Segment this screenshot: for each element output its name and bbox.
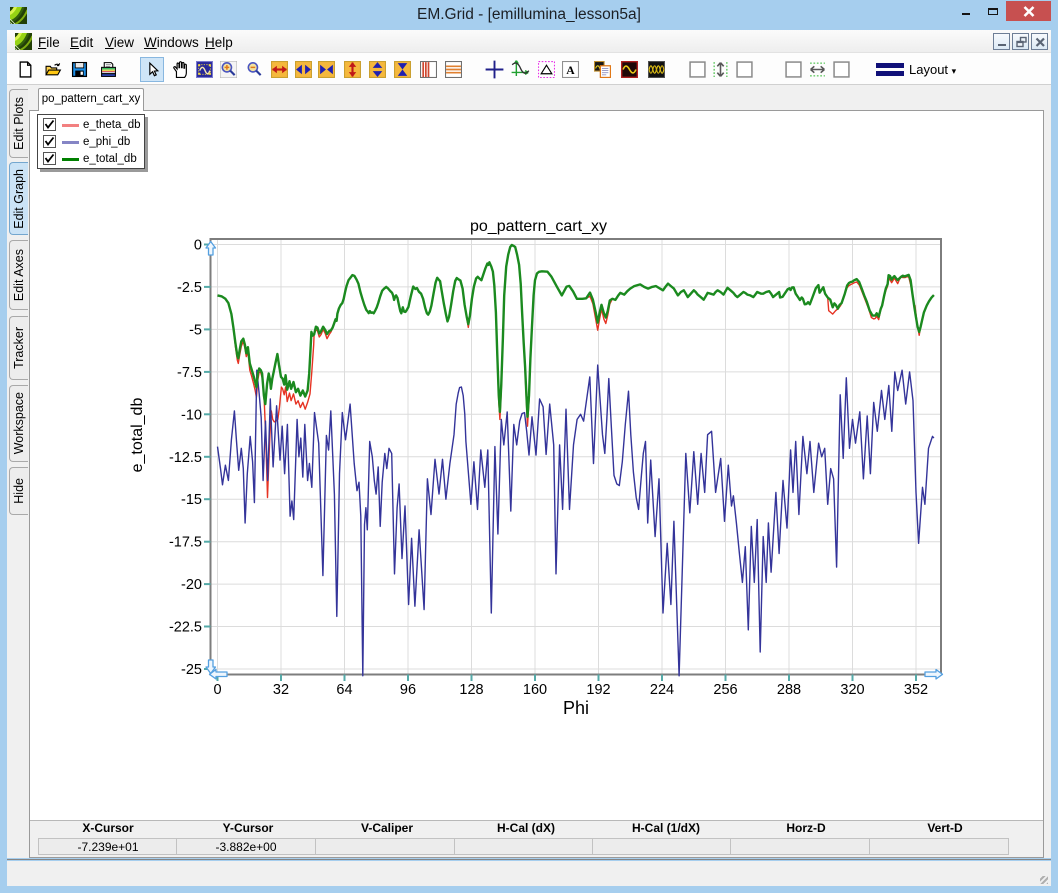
svg-text:-2.5: -2.5: [177, 280, 202, 296]
svg-text:-7.5: -7.5: [177, 365, 202, 381]
svg-text:32: 32: [273, 682, 289, 698]
svg-text:352: 352: [904, 682, 928, 698]
svg-text:256: 256: [713, 682, 737, 698]
svg-text:128: 128: [459, 682, 483, 698]
svg-text:0: 0: [213, 682, 221, 698]
svg-text:-17.5: -17.5: [169, 535, 202, 551]
svg-text:-15: -15: [181, 492, 202, 508]
svg-text:192: 192: [586, 682, 610, 698]
svg-text:224: 224: [650, 682, 674, 698]
svg-text:Phi: Phi: [563, 698, 589, 718]
svg-text:64: 64: [336, 682, 352, 698]
svg-text:320: 320: [840, 682, 864, 698]
svg-text:96: 96: [400, 682, 416, 698]
svg-text:160: 160: [523, 682, 547, 698]
svg-text:-22.5: -22.5: [169, 620, 202, 636]
svg-text:-10: -10: [181, 407, 202, 423]
svg-text:0: 0: [194, 238, 202, 254]
svg-text:288: 288: [777, 682, 801, 698]
svg-text:po_pattern_cart_xy: po_pattern_cart_xy: [470, 218, 607, 235]
svg-text:-20: -20: [181, 577, 202, 593]
svg-text:-25: -25: [181, 662, 202, 678]
svg-text:-5: -5: [189, 322, 202, 338]
svg-text:e_total_db: e_total_db: [129, 398, 146, 473]
svg-text:-12.5: -12.5: [169, 450, 202, 466]
